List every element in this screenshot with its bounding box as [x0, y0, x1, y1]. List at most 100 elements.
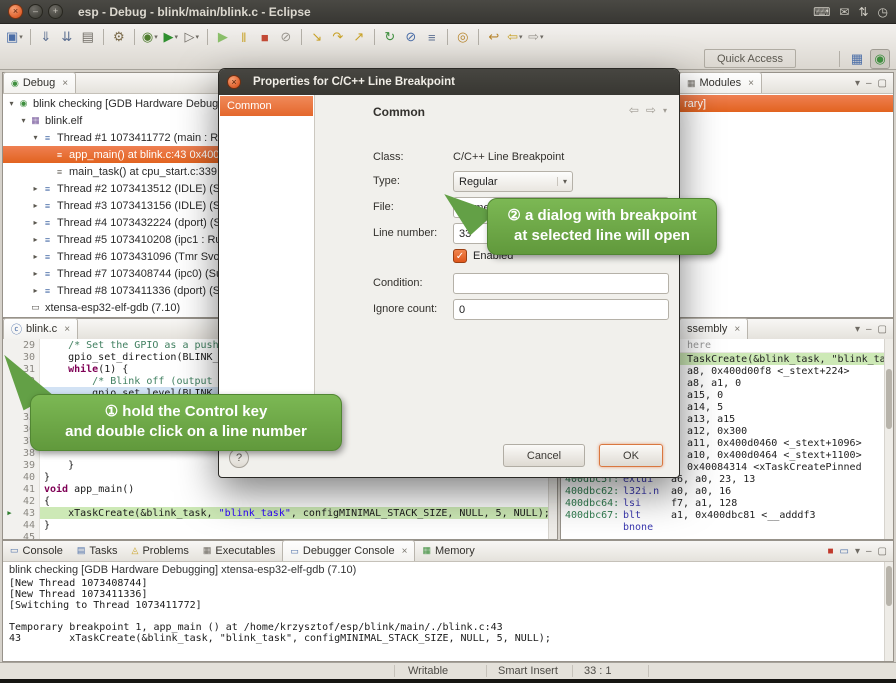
expander-icon[interactable]: ▸: [30, 218, 41, 227]
tab-modules[interactable]: ▦ Modules ×: [679, 72, 762, 93]
disconnect-icon[interactable]: ⊘: [276, 27, 296, 47]
window-close-icon[interactable]: ×: [8, 4, 23, 19]
close-icon[interactable]: ×: [64, 324, 70, 335]
close-icon[interactable]: ×: [748, 78, 754, 89]
editor-line[interactable]: 44}: [3, 519, 548, 531]
tab-memory[interactable]: ▦Memory: [415, 540, 481, 561]
save-icon[interactable]: ⇓: [36, 27, 56, 47]
expander-icon[interactable]: ▸: [30, 184, 41, 193]
line-number[interactable]: 40: [16, 471, 40, 483]
tab-executables[interactable]: ▦Executables: [196, 540, 282, 561]
line-number[interactable]: 41: [16, 483, 40, 495]
view-menu-icon[interactable]: ▾: [855, 324, 860, 335]
debug-tree-item[interactable]: ▸≡Thread #7 1073408744 (ipc0) (Susp: [3, 265, 218, 282]
console-scrollbar[interactable]: [884, 562, 893, 661]
quick-access-button[interactable]: Quick Access: [704, 49, 796, 68]
debug-perspective-icon[interactable]: ◉: [870, 49, 890, 69]
debug-tree-item[interactable]: ≡app_main() at blink.c:43 0x400dbc: [3, 146, 218, 163]
enabled-checkbox[interactable]: ✓: [453, 249, 467, 263]
network-indicator-icon[interactable]: ⇅: [858, 5, 868, 19]
expander-icon[interactable]: ▾: [6, 99, 17, 108]
debug-tree-item[interactable]: ▾◉blink checking [GDB Hardware Debug: [3, 95, 218, 112]
expander-icon[interactable]: ▸: [30, 269, 41, 278]
minimize-icon[interactable]: –: [866, 324, 872, 335]
minimize-icon[interactable]: –: [866, 546, 872, 557]
terminate-icon[interactable]: ■: [255, 27, 275, 47]
keyboard-indicator-icon[interactable]: ⌨: [813, 5, 830, 19]
skip-breakpoints-icon[interactable]: ⊘: [401, 27, 421, 47]
view-menu-icon[interactable]: ▾: [855, 78, 860, 89]
expander-icon[interactable]: ▸: [30, 286, 41, 295]
debug-tree-item[interactable]: ▭xtensa-esp32-elf-gdb (7.10): [3, 299, 218, 316]
expander-icon[interactable]: ▸: [30, 252, 41, 261]
mail-indicator-icon[interactable]: ✉: [839, 5, 849, 19]
print-icon[interactable]: ▤: [78, 27, 98, 47]
view-menu-icon[interactable]: ▾: [663, 106, 667, 115]
instruction-stepping-icon[interactable]: ≡: [422, 27, 442, 47]
expander-icon[interactable]: ▸: [30, 235, 41, 244]
forward-icon[interactable]: ⇨▾: [526, 27, 546, 47]
close-icon[interactable]: ×: [402, 546, 408, 557]
window-minimize-icon[interactable]: –: [28, 4, 43, 19]
console-display-icon[interactable]: ▭: [840, 546, 849, 557]
line-number[interactable]: 44: [16, 519, 40, 531]
debug-tree-item[interactable]: ▾▦blink.elf: [3, 112, 218, 129]
debug-tree-item[interactable]: ▸≡Thread #8 1073411336 (dport) (Sus: [3, 282, 218, 299]
ok-button[interactable]: OK: [599, 444, 663, 467]
dialog-titlebar[interactable]: × Properties for C/C++ Line Breakpoint: [219, 69, 679, 95]
debug-tree-item[interactable]: ▾≡Thread #1 1073411772 (main : Runn: [3, 129, 218, 146]
line-number[interactable]: 42: [16, 495, 40, 507]
debug-tree-item[interactable]: ≡main_task() at cpu_start.c:339 0x4: [3, 163, 218, 180]
category-common[interactable]: Common: [220, 96, 313, 116]
clock-indicator-icon[interactable]: ◷: [878, 5, 888, 19]
maximize-icon[interactable]: ▢: [878, 78, 887, 89]
debug-tree-item[interactable]: ▸≡Thread #5 1073410208 (ipc1 : Runni: [3, 231, 218, 248]
tab-blink-c[interactable]: ⓒ blink.c ×: [3, 318, 78, 339]
line-number[interactable]: 43: [16, 507, 40, 519]
scrollbar-thumb[interactable]: [886, 566, 892, 606]
forward-icon[interactable]: ⇨: [646, 103, 656, 117]
close-icon[interactable]: ×: [734, 324, 740, 335]
maximize-icon[interactable]: ▢: [878, 546, 887, 557]
line-number[interactable]: 39: [16, 459, 40, 471]
step-return-icon[interactable]: ↗: [349, 27, 369, 47]
debug-icon[interactable]: ◉▾: [140, 27, 160, 47]
cancel-button[interactable]: Cancel: [503, 444, 585, 467]
expander-icon[interactable]: ▾: [30, 133, 41, 142]
tab-problems[interactable]: ◬Problems: [125, 540, 196, 561]
view-menu-icon[interactable]: ▾: [855, 546, 860, 557]
tab-debug[interactable]: ◉ Debug ×: [3, 72, 76, 93]
open-perspective-icon[interactable]: ▦: [847, 49, 867, 69]
editor-line[interactable]: 45: [3, 531, 548, 539]
maximize-icon[interactable]: ▢: [878, 324, 887, 335]
last-edit-location-icon[interactable]: ↩: [484, 27, 504, 47]
run-icon[interactable]: ▶▾: [161, 27, 181, 47]
expander-icon[interactable]: ▸: [30, 201, 41, 210]
search-icon[interactable]: ◎: [453, 27, 473, 47]
editor-line[interactable]: 41void app_main(): [3, 483, 548, 495]
debug-tree-item[interactable]: ▸≡Thread #2 1073413512 (IDLE) (Susp: [3, 180, 218, 197]
back-icon[interactable]: ⇦▾: [505, 27, 525, 47]
external-tools-icon[interactable]: ▷▾: [182, 27, 202, 47]
line-number[interactable]: 45: [16, 531, 40, 539]
tab-console[interactable]: ▭Console: [3, 540, 70, 561]
resume-icon[interactable]: ▶: [213, 27, 233, 47]
back-icon[interactable]: ⇦: [629, 103, 639, 117]
help-button[interactable]: ?: [229, 448, 249, 468]
debug-tree-item[interactable]: ▸≡Thread #3 1073413156 (IDLE) (Susp: [3, 197, 218, 214]
debug-tree-item[interactable]: ▸≡Thread #4 1073432224 (dport) (Sus: [3, 214, 218, 231]
close-icon[interactable]: ×: [62, 78, 68, 89]
editor-line[interactable]: 42{: [3, 495, 548, 507]
suspend-icon[interactable]: ‖: [234, 27, 254, 47]
step-over-icon[interactable]: ↷: [328, 27, 348, 47]
scrollbar-thumb[interactable]: [886, 369, 892, 429]
terminate-icon[interactable]: ■: [827, 546, 833, 557]
expander-icon[interactable]: ▾: [18, 116, 29, 125]
ignore-count-field[interactable]: [453, 299, 669, 320]
condition-field[interactable]: [453, 273, 669, 294]
console-output[interactable]: blink checking [GDB Hardware Debugging] …: [3, 562, 884, 661]
restart-icon[interactable]: ↻: [380, 27, 400, 47]
disassembly-scrollbar[interactable]: [884, 339, 893, 539]
modules-selected-row[interactable]: rary]: [679, 95, 893, 112]
step-into-icon[interactable]: ↘: [307, 27, 327, 47]
